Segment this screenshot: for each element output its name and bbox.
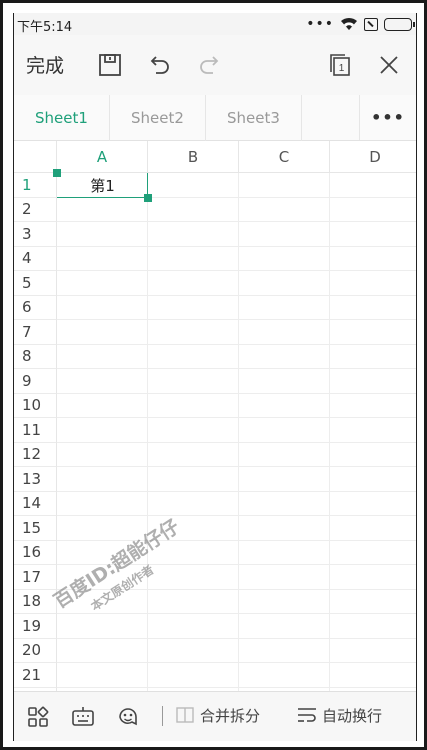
undo-icon[interactable] [147,52,173,78]
row-header-15[interactable]: 15 [14,516,57,541]
selection-handle-start[interactable] [53,169,61,177]
row-header-21[interactable]: 21 [14,663,57,688]
row-gridline [57,662,416,663]
column-header-b[interactable]: B [148,141,239,173]
row-gridline [57,466,416,467]
row-gridline [57,392,416,394]
row-header-1[interactable]: 1 [14,173,57,198]
row-header-16[interactable]: 16 [14,540,57,565]
phone-frame: 下午5:14 ••• 完成 1 Sheet1 Sheet2 Sheet3 •••… [0,0,427,750]
close-icon[interactable] [376,52,402,78]
row-gridline [57,637,416,639]
status-bar: 下午5:14 ••• [14,13,416,35]
row-gridline [57,368,416,369]
auto-wrap-label: 自动换行 [322,706,383,725]
more-sheets-button[interactable]: ••• [360,95,416,140]
editor-toolbar: 完成 1 [14,35,416,95]
window-count: 1 [339,63,345,74]
merge-split-label: 合并拆分 [200,706,261,725]
apps-icon[interactable] [26,705,50,729]
row-gridline [57,417,416,418]
save-icon[interactable] [97,52,123,78]
battery-icon [384,17,415,31]
row-gridline [57,515,416,516]
done-button[interactable]: 完成 [26,51,64,78]
status-icons: ••• [306,16,415,32]
selection-handle-end[interactable] [144,193,152,202]
row-header-17[interactable]: 17 [14,565,57,590]
column-header-c[interactable]: C [239,141,330,173]
row-gridline [57,245,416,247]
row-header-9[interactable]: 9 [14,369,57,394]
row-gridline [57,441,416,443]
tab-sheet3[interactable]: Sheet3 [206,95,302,141]
row-gridline [57,343,416,345]
row-header-5[interactable]: 5 [14,271,57,296]
auto-wrap-button[interactable]: 自动换行 [296,704,382,726]
row-header-2[interactable]: 2 [14,197,57,222]
selection-border-bottom [57,196,148,198]
row-header-18[interactable]: 18 [14,589,57,614]
row-gridline [57,221,416,222]
keyboard-icon[interactable] [71,705,95,729]
row-header-12[interactable]: 12 [14,442,57,467]
redo-icon[interactable] [196,52,222,78]
row-header-20[interactable]: 20 [14,638,57,663]
tab-sheet1[interactable]: Sheet1 [14,95,110,141]
tab-spacer [302,95,360,140]
row-gridline [57,294,416,296]
cell-a1[interactable]: 第1 [57,175,148,196]
merge-split-button[interactable]: 合并拆分 [174,704,260,726]
row-gridline [57,319,416,320]
screen: 下午5:14 ••• 完成 1 Sheet1 Sheet2 Sheet3 •••… [13,13,417,741]
bottom-toolbar: 合并拆分 自动换行 [14,691,416,741]
status-time: 下午5:14 [17,20,73,35]
wrap-text-icon [298,708,316,722]
select-all-corner[interactable] [14,141,57,173]
row-gridline [57,564,416,565]
row-gridline [57,686,416,688]
row-header-11[interactable]: 11 [14,418,57,443]
smiley-icon[interactable] [116,705,140,729]
row-header-7[interactable]: 7 [14,320,57,345]
sheet-tabs: Sheet1 Sheet2 Sheet3 ••• [14,95,416,141]
row-header-10[interactable]: 10 [14,393,57,418]
row-gridline [57,588,416,590]
more-dots-icon: ••• [306,16,334,32]
merge-cells-icon [176,707,194,723]
row-header-14[interactable]: 14 [14,491,57,516]
row-header-13[interactable]: 13 [14,467,57,492]
row-header-19[interactable]: 19 [14,614,57,639]
sim-icon [364,17,378,31]
toolbar-divider [162,706,163,726]
row-gridline [57,613,416,614]
row-header-4[interactable]: 4 [14,246,57,271]
row-header-6[interactable]: 6 [14,295,57,320]
wifi-icon [341,17,357,30]
column-header-d[interactable]: D [330,141,416,173]
row-header-8[interactable]: 8 [14,344,57,369]
spreadsheet-grid[interactable]: ABCD12345678910111213141516171819202122第… [14,141,416,712]
row-gridline [57,490,416,492]
row-gridline [57,270,416,271]
row-gridline [57,539,416,541]
tab-sheet2[interactable]: Sheet2 [110,95,206,141]
window-switch-icon[interactable]: 1 [327,52,353,78]
row-header-3[interactable]: 3 [14,222,57,247]
column-header-a[interactable]: A [57,141,148,173]
